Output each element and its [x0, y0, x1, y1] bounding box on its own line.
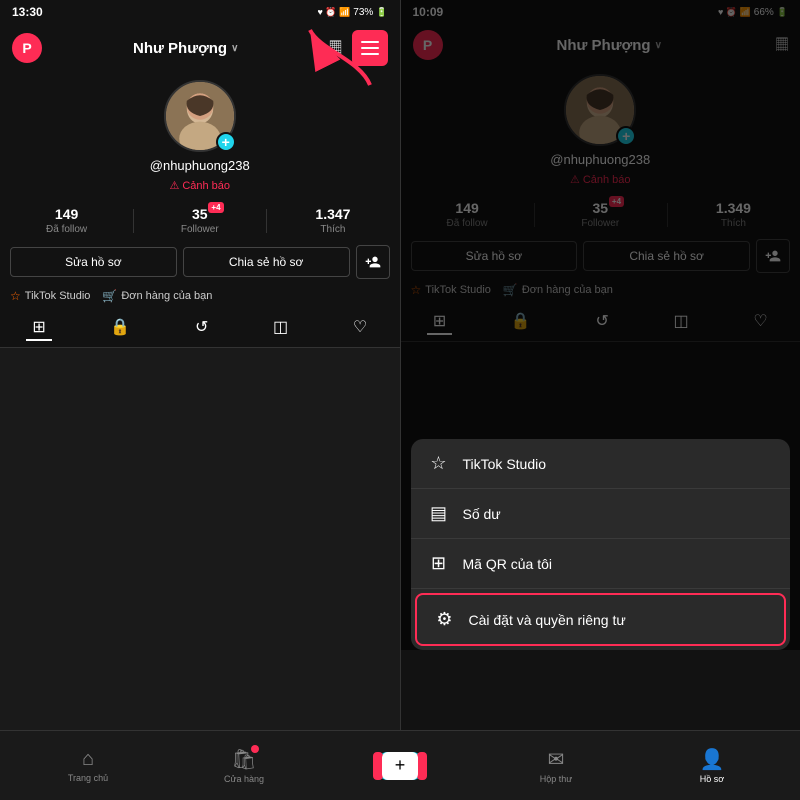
profile-section-left: + @nhuphuong238 ⚠ Cảnh báo: [0, 72, 400, 200]
stat-likes-number-left: 1.347: [315, 206, 350, 222]
add-friend-icon-left: [365, 254, 381, 270]
content-area-left: [0, 348, 400, 730]
qr-menu-icon: ⊞: [427, 553, 451, 574]
stat-following-label-left: Đã follow: [46, 224, 87, 235]
left-screen: 13:30 ♥ ⏰ 📶 73% 🔋 P Như Phượng ∨ 𝄜: [0, 0, 401, 730]
status-icons-left: ♥ ⏰ 📶 73% 🔋: [318, 7, 388, 18]
create-button[interactable]: +: [379, 752, 421, 780]
time-left: 13:30: [12, 5, 43, 19]
warning-badge-left: ⚠ Cảnh báo: [169, 179, 230, 192]
shop-icon: 🛍: [231, 747, 256, 772]
stat-followers-number-left: 35+4: [192, 206, 208, 222]
edit-profile-button-left[interactable]: Sửa hồ sơ: [10, 247, 177, 277]
qr-menu-label: Mã QR của tôi: [463, 556, 552, 572]
stat-plus-badge-left: +4: [208, 202, 223, 213]
shop-label: Cửa hàng: [224, 774, 264, 784]
balance-menu-label: Số dư: [463, 506, 501, 522]
status-bar-left: 13:30 ♥ ⏰ 📶 73% 🔋: [0, 0, 400, 24]
share-profile-button-left[interactable]: Chia sẻ hồ sơ: [183, 247, 350, 277]
username-chevron-left: ∨: [231, 43, 238, 54]
profile-nav-icon: 👤: [700, 747, 725, 772]
stat-likes-left[interactable]: 1.347 Thích: [266, 206, 399, 235]
avatar-container-left: +: [164, 80, 236, 152]
nav-shop[interactable]: 🛍 Cửa hàng: [166, 747, 322, 784]
stat-following-left[interactable]: 149 Đã follow: [0, 206, 133, 235]
hamburger-button[interactable]: [352, 30, 388, 66]
tabs-row-left: ⊞ 🔒 ↺ ◫ ♡: [0, 309, 400, 348]
orders-icon-left: 🛒: [102, 289, 117, 303]
home-icon: ⌂: [82, 748, 94, 771]
action-buttons-left: Sửa hồ sơ Chia sẻ hồ sơ: [0, 241, 400, 283]
warning-icon-left: ⚠: [169, 179, 179, 192]
profile-initial-left: P: [12, 33, 42, 63]
menu-item-settings[interactable]: ⚙ Cài đặt và quyền riêng tư: [415, 593, 787, 646]
links-row-left: ☆ TikTok Studio 🛒 Đơn hàng của bạn: [0, 283, 400, 309]
tab-repost-left[interactable]: ↺: [189, 315, 214, 341]
right-screen: 10:09 ♥ ⏰ 📶 66% 🔋 P Như Phượng ∨ 𝄜: [401, 0, 800, 730]
settings-menu-icon: ⚙: [433, 609, 457, 630]
add-friend-button-left[interactable]: [356, 245, 390, 279]
tab-liked-left[interactable]: ◫: [267, 315, 294, 341]
username-handle-left: @nhuphuong238: [150, 158, 250, 173]
stats-row-left: 149 Đã follow 35+4 Follower 1.347 Thích: [0, 200, 400, 241]
studio-icon-left: ☆: [10, 289, 21, 303]
stat-followers-label-left: Follower: [181, 224, 219, 235]
tab-videos-left[interactable]: ⊞: [26, 315, 51, 341]
menu-item-balance[interactable]: ▤ Số dư: [411, 489, 791, 539]
avatar-plus-button-left[interactable]: +: [216, 132, 236, 152]
nav-inbox[interactable]: ✉ Hộp thư: [478, 747, 634, 784]
top-nav-left: P Như Phượng ∨ 𝄜: [0, 24, 400, 72]
settings-menu-label: Cài đặt và quyền riêng tư: [469, 612, 626, 628]
studio-menu-label: TikTok Studio: [463, 456, 547, 472]
nav-right-left: 𝄜: [329, 30, 387, 66]
bottom-navigation: ⌂ Trang chủ 🛍 Cửa hàng + ✉ Hộp thư 👤 Hồ …: [0, 730, 800, 800]
inbox-label: Hộp thư: [540, 774, 573, 784]
tab-private-left[interactable]: 🔒: [104, 315, 136, 341]
cart-badge-dot: [251, 745, 259, 753]
nav-create[interactable]: +: [322, 752, 478, 780]
stat-following-number-left: 149: [55, 206, 78, 222]
inbox-icon: ✉: [548, 747, 565, 772]
profile-nav-label: Hồ sơ: [700, 774, 724, 784]
menu-item-studio[interactable]: ☆ TikTok Studio: [411, 439, 791, 489]
stat-followers-left[interactable]: 35+4 Follower: [133, 206, 266, 235]
nav-username-left[interactable]: Như Phượng ∨: [133, 40, 238, 57]
tab-saved-left[interactable]: ♡: [347, 315, 373, 341]
dropdown-menu: ☆ TikTok Studio ▤ Số dư ⊞ Mã QR của tôi …: [411, 439, 791, 650]
nav-home[interactable]: ⌂ Trang chủ: [10, 748, 166, 783]
tiktok-studio-link-left[interactable]: ☆ TikTok Studio: [10, 289, 90, 303]
nav-profile[interactable]: 👤 Hồ sơ: [634, 747, 790, 784]
studio-menu-icon: ☆: [427, 453, 451, 474]
menu-item-qr[interactable]: ⊞ Mã QR của tôi: [411, 539, 791, 589]
home-label: Trang chủ: [68, 773, 108, 783]
orders-link-left[interactable]: 🛒 Đơn hàng của bạn: [102, 289, 212, 303]
balance-menu-icon: ▤: [427, 503, 451, 524]
stat-likes-label-left: Thích: [320, 224, 345, 235]
dual-phone-icon[interactable]: 𝄜: [329, 38, 341, 59]
battery-left: 73%: [353, 7, 373, 18]
